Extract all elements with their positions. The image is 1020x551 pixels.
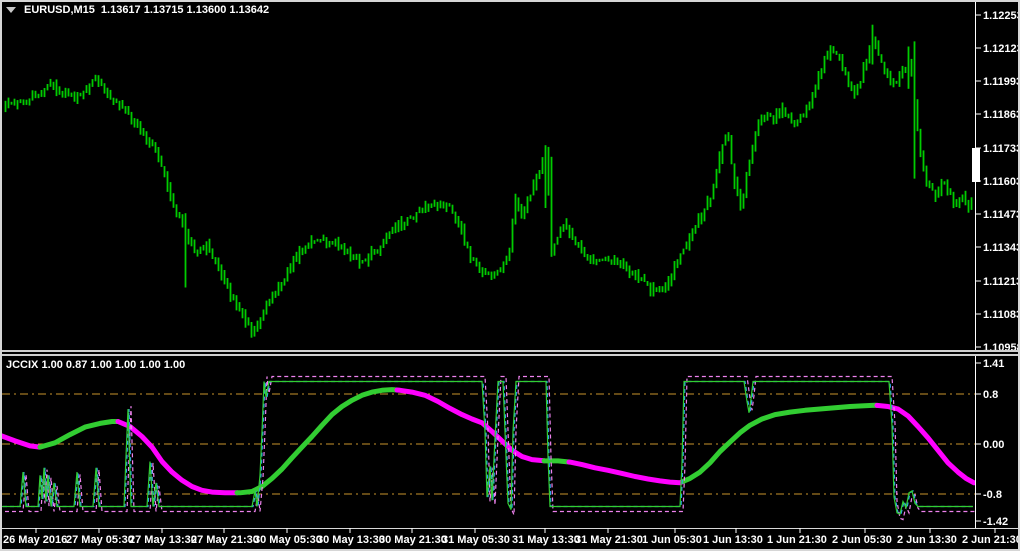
- time-axis-label: 27 May 13:30: [129, 534, 197, 546]
- indicator-axis-label: 0.8: [983, 389, 998, 401]
- price-axis-label: 1.11603: [983, 176, 1020, 188]
- indicator-axis-label: -1.42: [983, 516, 1008, 528]
- time-axis-label: 27 May 05:30: [66, 534, 134, 546]
- time-axis-label: 31 May 13:30: [512, 534, 580, 546]
- price-axis-label: 1.11343: [983, 242, 1020, 254]
- price-axis-label: 1.11733: [983, 143, 1020, 155]
- time-axis-label: 30 May 13:30: [317, 534, 385, 546]
- time-axis-label: 27 May 21:30: [191, 534, 259, 546]
- symbol-period-label: EURUSD,M15: [24, 4, 95, 16]
- time-axis[interactable]: 26 May 201627 May 05:3027 May 13:3027 Ma…: [2, 528, 1020, 546]
- time-axis-label: 2 Jun 21:30: [962, 534, 1020, 546]
- jccix-main-green: [37, 419, 121, 450]
- time-axis-label: 30 May 21:30: [379, 534, 447, 546]
- indicator-axis-label: 1.41: [983, 358, 1004, 370]
- indicator-values: 1.00 0.87 1.00 1.00 1.00 1.00: [41, 359, 186, 371]
- chart-title: EURUSD,M15 1.13617 1.13715 1.13600 1.136…: [6, 4, 269, 16]
- price-axis-label: 1.12253: [983, 10, 1020, 22]
- current-price-marker: [972, 148, 980, 182]
- ohlc-label: 1.13617 1.13715 1.13600 1.13642: [100, 4, 270, 16]
- panel-splitter[interactable]: [2, 350, 1018, 356]
- price-axis-label: 1.11083: [983, 309, 1020, 321]
- indicator-label: JCCIX 1.00 0.87 1.00 1.00 1.00 1.00: [6, 359, 185, 371]
- price-axis-label: 1.11213: [983, 276, 1020, 288]
- time-axis-label: 31 May 21:30: [575, 534, 643, 546]
- indicator-axis[interactable]: 1.41 0.8 0.00 -0.8 -1.42: [975, 358, 1008, 528]
- price-bars: [4, 24, 973, 338]
- time-axis-label: 1 Jun 13:30: [703, 534, 763, 546]
- jccix-main-magenta: [566, 459, 686, 486]
- chart-dropdown-icon[interactable]: [6, 7, 16, 13]
- chart-window: 1.12253 1.12123 1.11993 1.11863 1.11733 1.116…: [0, 0, 1020, 551]
- time-axis-label: 31 May 05:30: [442, 534, 510, 546]
- price-axis-label: 1.11993: [983, 76, 1020, 88]
- price-axis-label: 1.11473: [983, 209, 1020, 221]
- time-axis-label: 30 May 05:30: [254, 534, 322, 546]
- price-axis-label: 1.11863: [983, 109, 1020, 121]
- jccix-main-magenta: [394, 387, 547, 464]
- price-axis-label: 1.12123: [983, 43, 1020, 55]
- time-axis-label: 26 May 2016: [3, 534, 67, 546]
- indicator-plot[interactable]: [0, 375, 976, 521]
- time-axis-label: 2 Jun 05:30: [832, 534, 892, 546]
- time-axis-label: 2 Jun 13:30: [897, 534, 957, 546]
- jccix-main-magenta: [115, 419, 240, 496]
- indicator-name: JCCIX: [6, 359, 39, 371]
- indicator-axis-label: -0.8: [983, 489, 1002, 501]
- indicator-axis-label: 0.00: [983, 439, 1004, 451]
- time-axis-label: 1 Jun 21:30: [767, 534, 827, 546]
- state-line-green: [2, 380, 973, 515]
- chart-canvas[interactable]: 1.12253 1.12123 1.11993 1.11863 1.11733 1.116…: [0, 0, 1020, 551]
- time-axis-label: 1 Jun 05:30: [642, 534, 702, 546]
- jccix-main-magenta: [2, 433, 43, 450]
- jccix-main-green: [680, 402, 880, 484]
